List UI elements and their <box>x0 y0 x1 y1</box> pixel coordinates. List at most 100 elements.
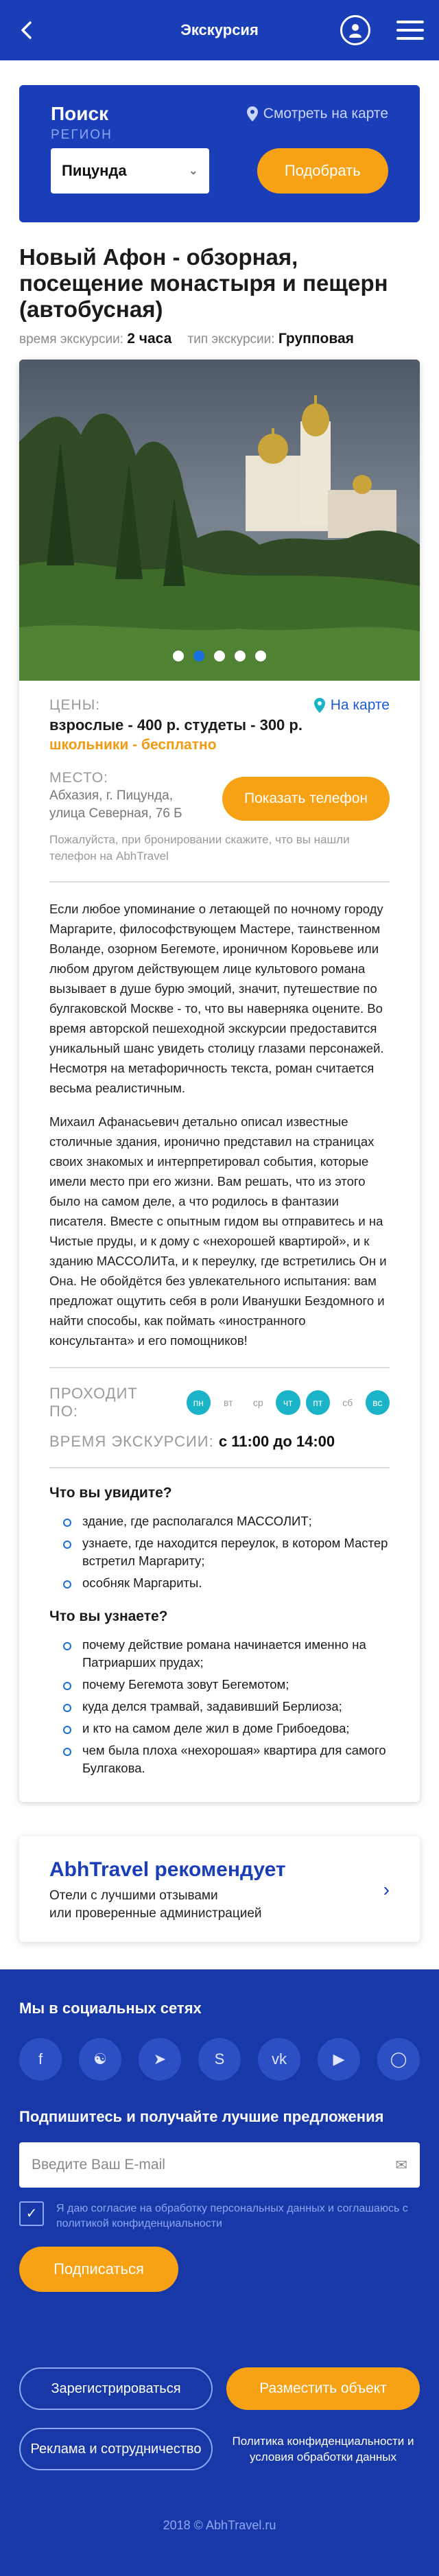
list-item: и кто на самом деле жил в доме Грибоедов… <box>63 1720 390 1737</box>
monastery-photo <box>19 360 420 681</box>
recommend-text-2: или проверенные администрацией <box>49 1906 262 1921</box>
consent-checkbox[interactable]: ✓ <box>19 2201 44 2226</box>
region-select[interactable]: Пицунда ⌄ <box>51 148 209 194</box>
tour-content: Новый Афон - обзорная, посещение монасты… <box>0 242 439 1969</box>
telegram-icon[interactable]: ➤ <box>139 2038 181 2081</box>
address-line-1: Абхазия, г. Пицунда, <box>49 788 173 803</box>
type-label: тип экскурсии: <box>187 332 275 347</box>
day-wed: ср <box>252 1397 263 1408</box>
recommend-title: AbhTravel рекомендует <box>49 1858 286 1881</box>
odnoklassniki-icon[interactable]: ☯ <box>79 2038 121 2081</box>
privacy-policy-link[interactable]: Политика конфиденциальности и условия об… <box>226 2433 420 2465</box>
address-line-2: улица Северная, 76 Б <box>49 806 182 821</box>
prices-label: ЦЕНЫ: <box>49 697 101 713</box>
days-label: ПРОХОДИТ ПО: <box>49 1385 138 1420</box>
chevron-down-icon: ⌄ <box>189 165 198 177</box>
tour-photo-carousel[interactable] <box>19 360 420 681</box>
place-object-button[interactable]: Разместить объект <box>226 2367 420 2410</box>
place-label: МЕСТО: <box>49 770 109 786</box>
email-placeholder: Введите Ваш E-mail <box>32 2157 165 2173</box>
page-title: Экскурсия <box>180 21 259 38</box>
copyright: 2018 © AbhTravel.ru <box>163 2518 276 2532</box>
map-pin-icon <box>313 698 325 713</box>
see-list: здание, где располагался МАССОЛИТ; узнае… <box>49 1512 390 1592</box>
duration-value: 2 часа <box>127 331 172 347</box>
carousel-dot[interactable] <box>214 651 225 661</box>
search-submit-button[interactable]: Подобрать <box>257 148 388 194</box>
learn-list: почему действие романа начинается именно… <box>49 1636 390 1777</box>
recommend-text-1: Отели с лучшими отзывами <box>49 1888 218 1903</box>
show-phone-button[interactable]: Показать телефон <box>222 777 390 821</box>
tour-time: ВРЕМЯ ЭКСКУРСИИ: с 11:00 до 14:00 <box>49 1433 390 1451</box>
carousel-dot[interactable] <box>255 651 266 661</box>
user-icon <box>349 24 361 38</box>
type-value: Групповая <box>278 331 354 347</box>
skype-icon[interactable]: S <box>198 2038 241 2081</box>
social-title: Мы в социальных сетях <box>19 2000 202 2017</box>
instagram-icon[interactable]: ◯ <box>377 2038 420 2081</box>
tour-card: ЦЕНЫ: На карте взрослые - 400 р. студеты… <box>19 360 420 1802</box>
booking-note: Пожалуйста, при бронировании скажите, чт… <box>49 833 350 863</box>
chevron-left-icon <box>21 21 32 39</box>
back-button[interactable] <box>15 19 37 41</box>
list-item: чем была плоха «нехорошая» квартира для … <box>63 1742 390 1777</box>
day-mon: пн <box>186 1390 211 1415</box>
carousel-dot-active[interactable] <box>193 651 204 661</box>
ads-button[interactable]: Реклама и сотрудничество <box>19 2428 213 2470</box>
consent-text: Я даю согласие на обработку персональных… <box>56 2203 408 2229</box>
description-paragraph: Михаил Афанасьевич детально описал извес… <box>49 1114 387 1348</box>
divider <box>49 881 390 882</box>
time-value: с 11:00 до 14:00 <box>218 1433 335 1450</box>
menu-button[interactable] <box>396 21 424 40</box>
map-pin-icon <box>246 106 258 121</box>
list-item: куда делся трамвай, задавивший Берлиоза; <box>63 1698 390 1716</box>
search-section: Поиск Смотреть на карте РЕГИОН Пицунда ⌄… <box>0 60 439 242</box>
subscribe-title: Подпишитесь и получайте лучшие предложен… <box>19 2108 384 2125</box>
carousel-dot[interactable] <box>173 651 184 661</box>
schedule-days: ПРОХОДИТ ПО: пн вт ср чт пт сб вс <box>49 1385 390 1420</box>
tour-meta: время экскурсии: 2 часа тип экскурсии: Г… <box>19 331 420 347</box>
footer: Мы в социальных сетях f ☯ ➤ S vk ▶ ◯ Под… <box>0 1969 439 2576</box>
day-sun: вс <box>365 1390 390 1415</box>
recommend-card[interactable]: AbhTravel рекомендует Отели с лучшими от… <box>19 1836 420 1942</box>
facebook-icon[interactable]: f <box>19 2038 62 2081</box>
list-item: узнаете, где находится переулок, в котор… <box>63 1534 390 1570</box>
vk-icon[interactable]: vk <box>258 2038 300 2081</box>
user-button[interactable] <box>340 15 370 45</box>
prices-value: взрослые - 400 р. студеты - 300 р. <box>49 716 302 734</box>
tour-description: Если любое упоминание о летающей по ночн… <box>49 899 390 1350</box>
region-value: Пицунда <box>62 162 127 179</box>
day-sat: сб <box>342 1397 353 1408</box>
region-label: РЕГИОН <box>51 128 112 142</box>
chevron-right-icon: › <box>383 1879 390 1900</box>
mail-icon: ✉ <box>395 2157 407 2173</box>
description-paragraph: Если любое упоминание о летающей по ночн… <box>49 902 384 1095</box>
day-fri: пт <box>305 1390 331 1415</box>
youtube-icon[interactable]: ▶ <box>318 2038 360 2081</box>
view-on-map-link[interactable]: Смотреть на карте <box>246 106 388 122</box>
register-button[interactable]: Зарегистрироваться <box>19 2367 213 2410</box>
see-title: Что вы увидите? <box>49 1485 172 1501</box>
duration-label: время экскурсии: <box>19 332 123 347</box>
learn-title: Что вы узнаете? <box>49 1608 168 1624</box>
menu-icon <box>396 21 424 23</box>
free-price: школьники - бесплатно <box>49 737 217 753</box>
top-bar: Экскурсия <box>0 0 439 60</box>
on-map-label: На карте <box>330 697 390 713</box>
carousel-dot[interactable] <box>235 651 246 661</box>
list-item: почему Бегемота зовут Бегемотом; <box>63 1676 390 1694</box>
divider <box>49 1467 390 1468</box>
list-item: здание, где располагался МАССОЛИТ; <box>63 1512 390 1530</box>
day-tue: вт <box>223 1397 233 1408</box>
list-item: почему действие романа начинается именно… <box>63 1636 390 1672</box>
tour-title: Новый Афон - обзорная, посещение монасты… <box>19 244 388 322</box>
on-map-link[interactable]: На карте <box>313 697 390 714</box>
carousel-dots <box>19 651 420 661</box>
time-label: ВРЕМЯ ЭКСКУРСИИ: <box>49 1433 214 1450</box>
list-item: особняк Маргариты. <box>63 1574 390 1592</box>
view-on-map-label: Смотреть на карте <box>263 106 388 121</box>
search-box: Поиск Смотреть на карте РЕГИОН Пицунда ⌄… <box>19 85 420 222</box>
subscribe-button[interactable]: Подписаться <box>19 2247 178 2292</box>
consent-row: ✓ Я даю согласие на обработку персональн… <box>19 2201 420 2232</box>
email-field[interactable]: Введите Ваш E-mail ✉ <box>19 2142 420 2188</box>
